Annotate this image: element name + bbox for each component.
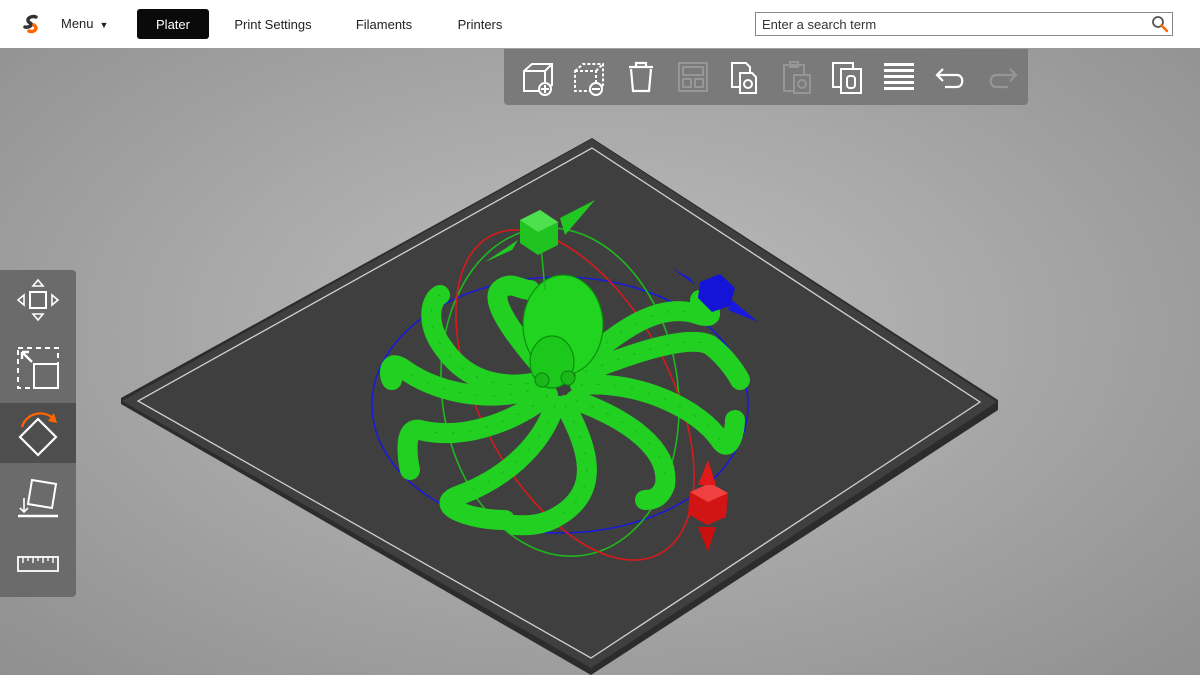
move-tool-button[interactable] — [0, 270, 76, 330]
add-instance-icon — [832, 62, 863, 94]
undo-button[interactable] — [925, 49, 977, 105]
redo-button[interactable] — [976, 49, 1028, 105]
add-object-button[interactable] — [512, 49, 564, 105]
scale-icon — [17, 347, 59, 389]
paste-button[interactable] — [770, 49, 822, 105]
paste-icon — [782, 61, 811, 94]
chevron-down-icon: ▼ — [99, 19, 109, 30]
search-input[interactable] — [756, 13, 1148, 35]
tab-printers[interactable]: Printers — [447, 9, 513, 39]
delete-all-button[interactable] — [615, 49, 667, 105]
remove-object-button[interactable] — [564, 49, 616, 105]
tab-print-settings[interactable]: Print Settings — [225, 9, 321, 39]
move-icon — [16, 278, 60, 322]
split-icon — [883, 63, 914, 90]
redo-icon — [989, 68, 1018, 89]
rotate-tool-button[interactable] — [0, 403, 76, 463]
top-bar: Menu ▼ Plater Print Settings Filaments P… — [0, 0, 1200, 48]
gizmo-toolbar — [0, 270, 76, 597]
app-logo-icon[interactable] — [22, 14, 42, 34]
tab-filaments[interactable]: Filaments — [345, 9, 423, 39]
menu-label: Menu — [61, 16, 94, 31]
measure-tool-button[interactable] — [0, 535, 76, 595]
split-to-objects-button[interactable] — [873, 49, 925, 105]
add-object-icon — [522, 63, 553, 96]
undo-icon — [934, 68, 963, 89]
scale-tool-button[interactable] — [0, 338, 76, 398]
3d-viewport[interactable] — [0, 48, 1200, 675]
object-toolbar — [504, 49, 1028, 105]
arrange-icon — [677, 62, 708, 92]
ruler-icon — [17, 556, 59, 572]
menu-button[interactable]: Menu ▼ — [61, 16, 108, 31]
copy-button[interactable] — [718, 49, 770, 105]
add-instance-button[interactable] — [822, 49, 874, 105]
search-box — [755, 12, 1173, 36]
trash-icon — [628, 61, 653, 93]
search-icon[interactable] — [1148, 13, 1172, 35]
arrange-button[interactable] — [667, 49, 719, 105]
scene-canvas — [121, 138, 998, 675]
rotate-icon — [18, 412, 58, 457]
place-on-face-icon — [18, 478, 58, 518]
copy-icon — [731, 62, 758, 94]
remove-object-icon — [574, 63, 605, 96]
place-on-face-tool-button[interactable] — [0, 468, 76, 528]
tab-plater[interactable]: Plater — [137, 9, 209, 39]
